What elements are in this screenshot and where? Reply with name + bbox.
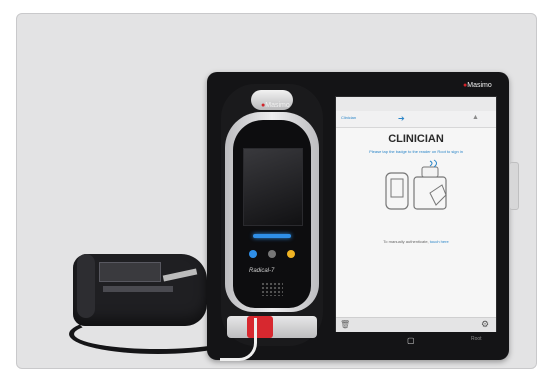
white-cable [220, 318, 257, 361]
tablet-screen: Clinician ➔ ▲ CLINICIAN Please tap the b… [335, 96, 497, 332]
user-icon: ▲ [472, 114, 479, 121]
touch-here-link[interactable]: touch here [430, 239, 449, 244]
handheld-monitor: ●Masimo Radical-7 [221, 84, 323, 346]
clinician-title: CLINICIAN [388, 133, 444, 145]
root-label: Root [471, 336, 482, 342]
handheld-button-center [268, 250, 276, 258]
patient-monitor-device: ●Masimo Radical-7 ●Masimo Clinician ➔ ▲ … [207, 72, 509, 360]
handheld-logo: Masimo [265, 102, 290, 109]
tablet-logo: Masimo [467, 82, 492, 89]
home-button: ▢ [407, 336, 415, 345]
gear-icon: ⚙ [481, 319, 490, 329]
status-bar [336, 97, 496, 112]
tab-clinician[interactable]: Clinician [341, 115, 356, 120]
handheld-screen [243, 148, 303, 226]
tablet-bottom-bar: 🗑 ⚙ [336, 317, 496, 332]
arrow-icon: ➔ [398, 114, 405, 123]
image-frame: ●Masimo Radical-7 ●Masimo Clinician ➔ ▲ … [16, 13, 537, 369]
manual-authenticate-text: To manually authenticate, touch here [383, 239, 449, 244]
trash-icon: 🗑 [340, 320, 351, 329]
instruction-text: Please tap the badge to the reader on Ro… [369, 149, 463, 154]
badge-tap-illustration [385, 159, 447, 210]
side-knob [509, 162, 519, 210]
handheld-button-yellow [287, 250, 295, 258]
handheld-brand: Radical-7 [249, 268, 275, 274]
speaker-grille [261, 282, 283, 296]
tab-row: Clinician ➔ ▲ [336, 111, 496, 128]
handheld-button-blue [249, 250, 257, 258]
handheld-status-bar [253, 234, 291, 238]
